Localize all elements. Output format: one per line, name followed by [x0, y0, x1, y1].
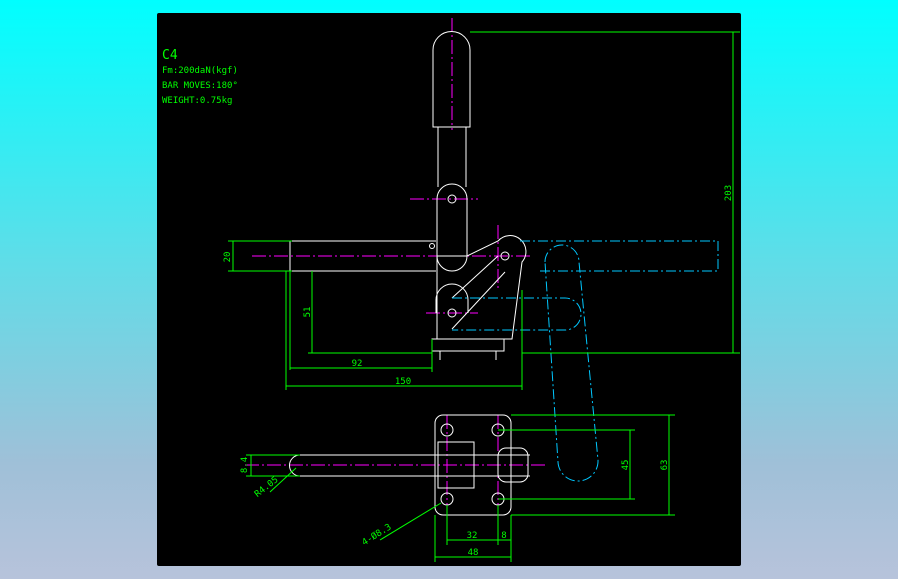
dim-150: 150	[395, 377, 411, 387]
dim-20: 20	[223, 252, 233, 263]
clamp-body	[436, 235, 527, 340]
dimension-lines	[228, 31, 740, 562]
dim-r4-05: R4.05	[253, 475, 281, 500]
dim-32: 32	[467, 531, 478, 541]
dim-8-4: 8.4	[240, 457, 250, 473]
spec-notes: C4 Fm:200daN(kgf) BAR MOVES:180° WEIGHT:…	[162, 48, 238, 109]
force-note: Fm:200daN(kgf)	[162, 66, 238, 76]
weight-note: WEIGHT:0.75kg	[162, 96, 233, 106]
clamp-outline	[289, 31, 530, 516]
base-side	[431, 338, 505, 352]
model-title: C4	[162, 48, 178, 63]
dim-48: 48	[468, 548, 479, 558]
dim-51: 51	[303, 307, 313, 318]
dim-63: 63	[660, 460, 670, 471]
dim-92: 92	[352, 359, 363, 369]
bar-moves-note: BAR MOVES:180°	[162, 81, 238, 91]
dim-45: 45	[621, 460, 631, 471]
dim-203: 203	[724, 185, 734, 201]
clamp-drawing: 203 20 51 92 150 8.4 R4.05 4-Ø8.3 32 8 4…	[223, 18, 740, 562]
phantom-position	[452, 240, 719, 482]
dim-8: 8	[501, 531, 506, 541]
